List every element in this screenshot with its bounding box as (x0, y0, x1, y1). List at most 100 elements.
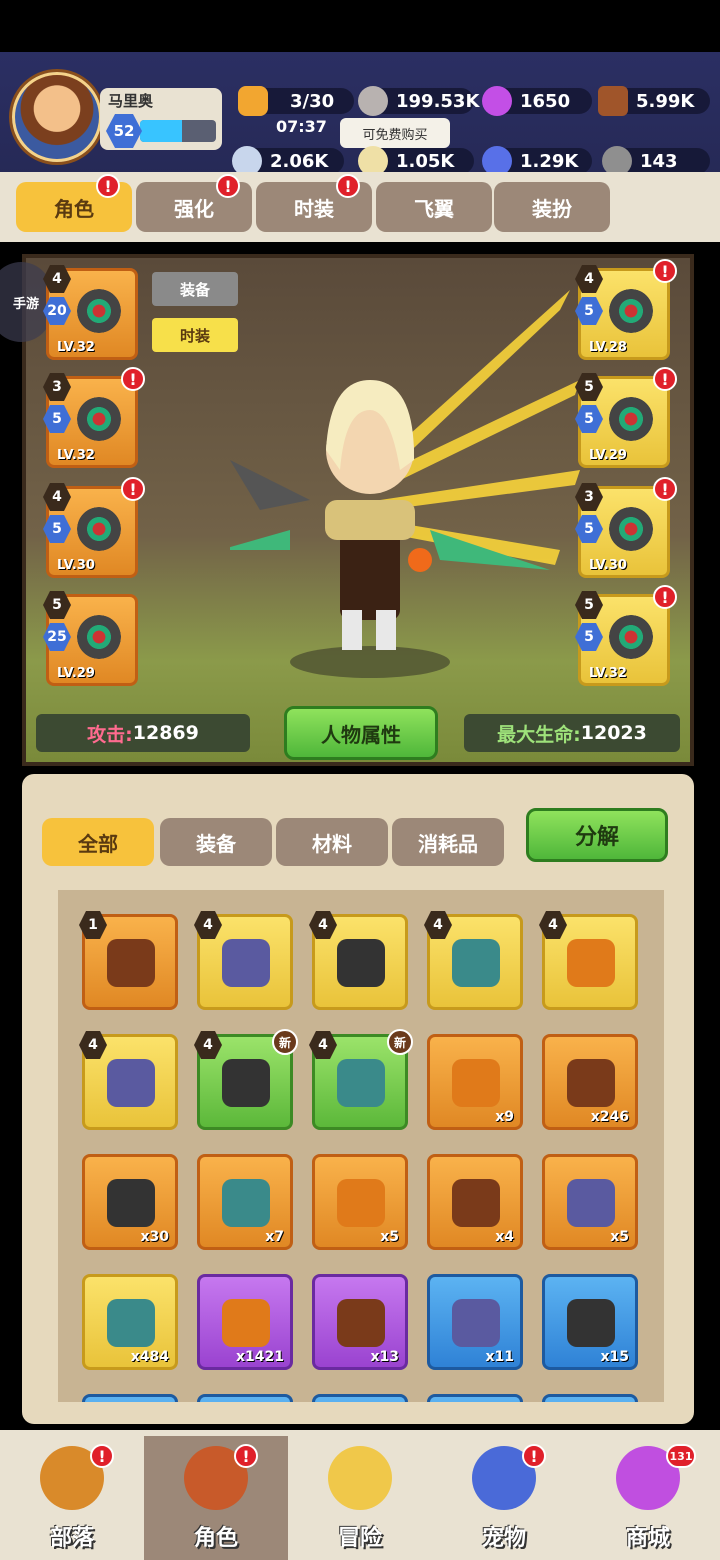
inventory-item[interactable]: x15 (542, 1274, 638, 1370)
left-equip-slot[interactable]: 4 20 LV.32 (43, 265, 138, 360)
item-icon (107, 1059, 155, 1107)
item-count: x1421 (236, 1349, 284, 1365)
inventory-item[interactable]: x7 (197, 1154, 293, 1250)
inventory-item[interactable]: x11 (427, 1274, 523, 1370)
stamina-resource[interactable]: 3/30 (238, 86, 354, 116)
inventory-item[interactable]: x13 (312, 1274, 408, 1370)
inventory-item[interactable]: x5 (312, 1154, 408, 1250)
filter-materials[interactable]: 材料 (276, 818, 388, 866)
stone-resource[interactable]: 143 (602, 146, 710, 176)
right-equip-slot[interactable]: 5 5 LV.32! (575, 585, 677, 686)
inventory-item[interactable]: x4 (427, 1154, 523, 1250)
slot-level-label: LV.32 (589, 666, 627, 681)
level-badge: 20 (43, 297, 71, 325)
inventory-item[interactable] (427, 1394, 523, 1402)
side-tag[interactable]: 手游 (0, 262, 52, 342)
item-icon (567, 1059, 615, 1107)
level-badge: 5 (575, 297, 603, 325)
filter-consumables[interactable]: 消耗品 (392, 818, 504, 866)
inventory-item[interactable] (82, 1394, 178, 1402)
slot-alert: ! (653, 259, 677, 283)
stamina-icon (238, 86, 268, 116)
left-equip-slot[interactable]: 5 25 LV.29 (43, 591, 138, 686)
slot-alert: ! (121, 367, 145, 391)
inventory-grid: 1 4 4 4 4 4 4 新 4 新 x9 x246 x30 x7 x5 x4 x5 x484 x1421 x13 x… (58, 890, 664, 1402)
item-star-badge: 4 (194, 1031, 222, 1059)
new-badge: 新 (272, 1029, 298, 1055)
item-icon (222, 939, 270, 987)
nav-label: 部落 (49, 1526, 94, 1551)
left-equip-slot[interactable]: 4 5 LV.30! (43, 477, 145, 578)
item-count: x5 (380, 1229, 399, 1245)
left-equip-icon (77, 289, 121, 333)
item-icon (567, 939, 615, 987)
right-equip-icon (609, 397, 653, 441)
left-equip-slot[interactable]: 3 5 LV.32! (43, 367, 145, 468)
nav-adventure[interactable]: 冒险 (288, 1436, 432, 1560)
inventory-item[interactable] (312, 1394, 408, 1402)
inventory-item[interactable] (197, 1394, 293, 1402)
crystal-resource[interactable]: 1.29K (482, 146, 592, 176)
equip-mode-button[interactable]: 装备 (152, 272, 238, 306)
player-avatar[interactable] (12, 72, 102, 162)
item-star-badge: 1 (79, 911, 107, 939)
inventory-item[interactable]: x9 (427, 1034, 523, 1130)
inventory-item[interactable]: x246 (542, 1034, 638, 1130)
item-star-badge: 4 (309, 1031, 337, 1059)
right-equip-slot[interactable]: 4 5 LV.28! (575, 259, 677, 360)
inventory-item[interactable]: 4 (309, 911, 408, 1010)
inventory-item[interactable]: x30 (82, 1154, 178, 1250)
slot-alert: ! (653, 477, 677, 501)
gem-resource[interactable]: 1650 (482, 86, 592, 116)
item-star-badge: 4 (79, 1031, 107, 1059)
bone-resource[interactable]: 2.06K (232, 146, 344, 176)
left-equip-icon (77, 397, 121, 441)
tab-wings[interactable]: 飞翼 (376, 182, 492, 232)
right-equip-slot[interactable]: 3 5 LV.30! (575, 477, 677, 578)
inventory-item[interactable]: 1 (79, 911, 178, 1010)
nav-label: 冒险 (337, 1526, 382, 1551)
item-icon (337, 1179, 385, 1227)
nav-tribe[interactable]: 部落! (0, 1436, 144, 1560)
item-count: x13 (370, 1349, 399, 1365)
item-icon (452, 1059, 500, 1107)
item-count: x5 (610, 1229, 629, 1245)
inventory-item[interactable] (542, 1394, 638, 1402)
item-icon (567, 1179, 615, 1227)
inventory-item[interactable]: x484 (82, 1274, 178, 1370)
inventory-item[interactable]: 4 (539, 911, 638, 1010)
stamina-value: 3/30 (290, 90, 335, 112)
inventory-item[interactable]: 4 (424, 911, 523, 1010)
egg-resource[interactable]: 1.05K (358, 146, 474, 176)
inventory-item[interactable]: 4新 (194, 1029, 298, 1130)
slot-level-label: LV.28 (589, 340, 627, 355)
slot-level-label: LV.32 (57, 448, 95, 463)
inventory-item[interactable]: 4 (194, 911, 293, 1010)
item-icon (452, 1179, 500, 1227)
nav-character[interactable]: 角色! (144, 1436, 288, 1560)
nav-shop[interactable]: 商城 131 (576, 1436, 720, 1560)
inventory-item[interactable]: x1421 (197, 1274, 293, 1370)
item-count: x246 (590, 1109, 629, 1125)
right-equip-icon (609, 289, 653, 333)
wood-resource[interactable]: 5.99K (598, 86, 710, 116)
filter-equipment[interactable]: 装备 (160, 818, 272, 866)
filter-all[interactable]: 全部 (42, 818, 154, 866)
right-equip-icon (609, 615, 653, 659)
nav-pet[interactable]: 宠物! (432, 1436, 576, 1560)
ore-resource[interactable]: 199.53K (358, 86, 479, 116)
nav-label: 商城 (625, 1526, 670, 1551)
inventory-item[interactable]: x5 (542, 1154, 638, 1250)
stamina-timer: 07:37 (276, 117, 327, 136)
inventory-item[interactable]: 4 (79, 1031, 178, 1130)
right-equip-slot[interactable]: 5 5 LV.29! (575, 367, 677, 468)
item-icon (337, 1299, 385, 1347)
level-badge: 5 (43, 515, 71, 543)
item-star-badge: 4 (424, 911, 452, 939)
attributes-button[interactable]: 人物属性 (284, 706, 438, 760)
tab-dress[interactable]: 装扮 (494, 182, 610, 232)
xp-bar (140, 120, 216, 142)
decompose-button[interactable]: 分解 (526, 808, 668, 862)
fashion-mode-button[interactable]: 时装 (152, 318, 238, 352)
inventory-item[interactable]: 4新 (309, 1029, 413, 1130)
